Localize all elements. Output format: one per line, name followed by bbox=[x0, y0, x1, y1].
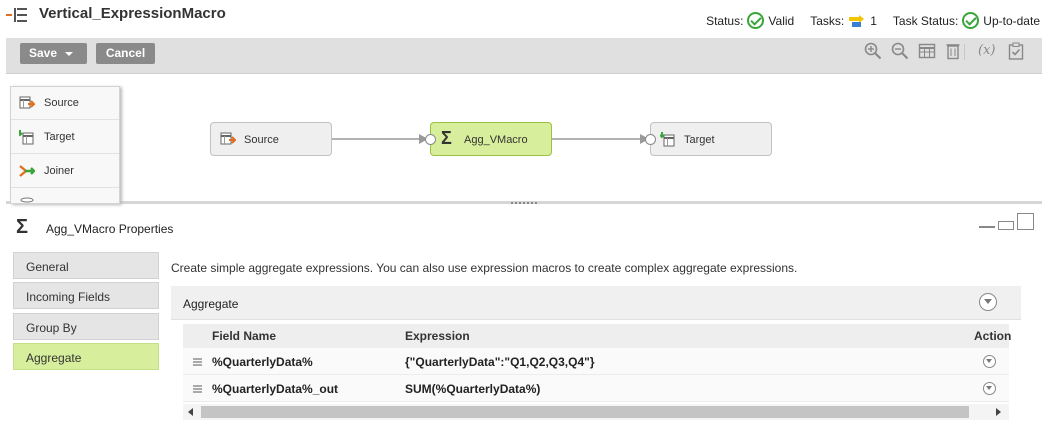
expression-cell[interactable]: SUM(%QuarterlyData%) bbox=[405, 382, 540, 396]
save-button[interactable]: Save bbox=[20, 43, 87, 64]
target-icon bbox=[660, 132, 675, 147]
node-target[interactable]: Target bbox=[645, 122, 772, 156]
zoom-out-icon[interactable] bbox=[891, 42, 909, 60]
table-row[interactable]: %QuarterlyData%_out SUM(%QuarterlyData%) bbox=[183, 375, 1009, 402]
mapping-canvas[interactable]: Source Target Joiner Source Σ Agg_VMacro… bbox=[6, 74, 1042, 204]
column-header-action: Action bbox=[974, 329, 1012, 343]
sigma-icon: Σ bbox=[441, 128, 452, 148]
status-area: Status: Valid Tasks: 1 Task Status: Up-t… bbox=[706, 12, 1040, 29]
status-value: Valid bbox=[768, 13, 795, 28]
tasks-label[interactable]: Tasks: bbox=[810, 14, 844, 28]
cancel-button[interactable]: Cancel bbox=[96, 43, 155, 64]
tab-general[interactable]: General bbox=[13, 252, 159, 279]
minimize-icon[interactable] bbox=[979, 226, 995, 228]
tab-incoming-fields[interactable]: Incoming Fields bbox=[13, 282, 159, 309]
scroll-left-icon[interactable] bbox=[188, 408, 193, 416]
page-title: Vertical_ExpressionMacro bbox=[39, 5, 226, 22]
mapping-icon bbox=[6, 8, 27, 22]
horizontal-scrollbar[interactable] bbox=[183, 404, 1009, 420]
toolbar: Save Cancel (x) bbox=[6, 38, 1042, 74]
input-port[interactable] bbox=[645, 134, 656, 145]
validate-icon[interactable] bbox=[1007, 42, 1025, 60]
aggregate-section-title: Aggregate bbox=[183, 297, 239, 311]
panel-resize-handle[interactable] bbox=[511, 202, 537, 206]
grid-icon[interactable] bbox=[918, 42, 936, 60]
header-bar: Vertical_ExpressionMacro Status: Valid T… bbox=[0, 0, 1050, 38]
source-icon bbox=[220, 132, 236, 145]
expression-cell[interactable]: {"QuarterlyData":"Q1,Q2,Q3,Q4"} bbox=[405, 355, 595, 369]
delete-icon[interactable] bbox=[944, 42, 962, 60]
task-status-value: Up-to-date bbox=[983, 13, 1040, 28]
drag-handle-icon[interactable] bbox=[193, 358, 202, 366]
toolbar-divider bbox=[964, 44, 968, 60]
aggregate-grid-header: Field Name Expression Action bbox=[183, 324, 1012, 348]
row-action-menu-icon[interactable] bbox=[983, 382, 996, 395]
properties-header: Σ Agg_VMacro Properties bbox=[6, 210, 1042, 246]
valid-check-icon bbox=[747, 12, 765, 29]
zoom-in-icon[interactable] bbox=[864, 42, 882, 60]
node-label: Target bbox=[684, 134, 715, 146]
field-name-cell[interactable]: %QuarterlyData% bbox=[212, 355, 313, 369]
collapse-toggle-icon[interactable] bbox=[979, 293, 997, 311]
node-source[interactable]: Source bbox=[210, 122, 332, 156]
table-row[interactable]: %QuarterlyData% {"QuarterlyData":"Q1,Q2,… bbox=[183, 348, 1009, 375]
row-action-menu-icon[interactable] bbox=[983, 355, 996, 368]
tasks-icon[interactable] bbox=[848, 14, 866, 28]
properties-title: Agg_VMacro Properties bbox=[46, 222, 174, 236]
aggregate-section-header: Aggregate bbox=[171, 286, 1021, 320]
input-port[interactable] bbox=[425, 134, 436, 145]
save-label: Save bbox=[29, 46, 58, 60]
tasks-count[interactable]: 1 bbox=[870, 14, 877, 28]
window-controls bbox=[979, 213, 1034, 230]
tab-group-by[interactable]: Group By bbox=[13, 313, 159, 340]
restore-icon[interactable] bbox=[998, 221, 1014, 230]
status-label: Status: bbox=[706, 13, 744, 28]
node-label: Source bbox=[244, 134, 279, 146]
function-icon[interactable]: (x) bbox=[978, 43, 995, 58]
tab-description: Create simple aggregate expressions. You… bbox=[171, 261, 798, 275]
column-header-field-name[interactable]: Field Name bbox=[212, 329, 276, 343]
node-label: Agg_VMacro bbox=[464, 134, 528, 146]
chevron-down-icon bbox=[65, 51, 74, 56]
sigma-icon: Σ bbox=[16, 216, 29, 238]
scrollbar-thumb[interactable] bbox=[201, 406, 969, 418]
task-status-label: Task Status: bbox=[892, 13, 959, 28]
drag-handle-icon[interactable] bbox=[193, 385, 202, 393]
column-header-expression[interactable]: Expression bbox=[405, 329, 470, 343]
scroll-right-icon[interactable] bbox=[996, 408, 1001, 416]
aggregate-panel: Aggregate Field Name Expression Action %… bbox=[171, 286, 1021, 424]
maximize-icon[interactable] bbox=[1017, 213, 1034, 230]
tab-aggregate[interactable]: Aggregate bbox=[13, 343, 159, 370]
up-to-date-check-icon bbox=[962, 12, 980, 29]
node-agg-vmacro[interactable]: Σ Agg_VMacro bbox=[425, 122, 552, 156]
field-name-cell[interactable]: %QuarterlyData%_out bbox=[212, 382, 338, 396]
